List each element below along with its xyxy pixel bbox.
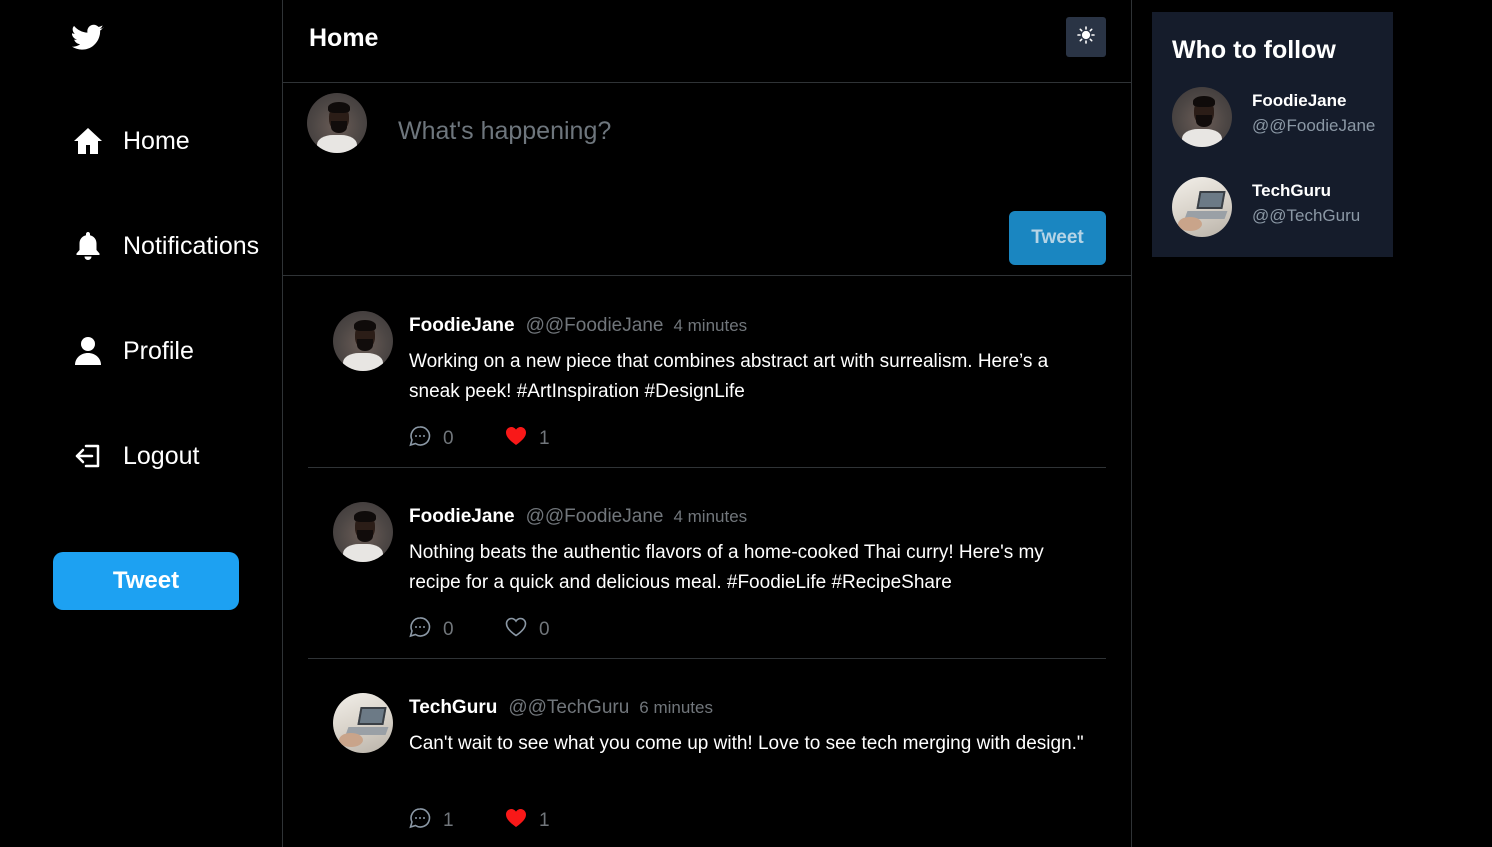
tweet-timestamp: 4 minutes [673, 316, 748, 335]
follow-user-name[interactable]: TechGuru [1252, 181, 1331, 201]
tweet-author-handle: @@FoodieJane [525, 506, 664, 527]
theme-toggle-button[interactable] [1066, 17, 1106, 57]
main-column: Home Tweet FoodieJane @@FoodieJane 4 min… [283, 0, 1132, 847]
comment-icon [409, 425, 431, 452]
who-to-follow-title: Who to follow [1172, 36, 1336, 64]
user-icon [72, 335, 104, 367]
sidebar-item-label: Home [123, 126, 190, 155]
reply-count: 0 [443, 618, 454, 640]
reply-button[interactable]: 1 [409, 807, 505, 834]
sun-icon [1077, 25, 1095, 49]
tweet-text: Working on a new piece that combines abs… [409, 351, 1049, 402]
reply-count: 1 [443, 809, 454, 831]
tweet-input[interactable] [398, 111, 1088, 151]
sidebar-tweet-button[interactable]: Tweet [53, 552, 239, 610]
follow-suggestion[interactable]: FoodieJane @@FoodieJane [1172, 87, 1382, 147]
tweet-timestamp: 6 minutes [639, 698, 713, 717]
follow-suggestion[interactable]: TechGuru @@TechGuru [1172, 177, 1382, 237]
who-to-follow-card: Who to follow FoodieJane @@FoodieJane Te… [1152, 12, 1393, 257]
tweet-text: Nothing beats the authentic flavors of a… [409, 542, 1044, 593]
follow-user-name[interactable]: FoodieJane [1252, 91, 1346, 111]
heart-filled-icon [505, 426, 527, 451]
sidebar-item-home[interactable]: Home [72, 121, 190, 161]
tweet-author-handle: @@TechGuru [508, 697, 630, 718]
follow-user-handle: @@FoodieJane [1252, 116, 1376, 135]
tweet-author-name[interactable]: FoodieJane [409, 315, 515, 337]
tweet-composer: Tweet [283, 83, 1131, 276]
reply-count: 0 [443, 427, 454, 449]
tweet-author-name[interactable]: FoodieJane [409, 506, 515, 528]
heart-outline-icon [505, 617, 527, 642]
like-count: 1 [539, 809, 550, 831]
tweet-author-name[interactable]: TechGuru [409, 697, 497, 719]
tweet-item[interactable]: FoodieJane @@FoodieJane 4 minutes Nothin… [308, 468, 1106, 659]
main-header: Home [283, 0, 1131, 83]
tweet-feed: FoodieJane @@FoodieJane 4 minutes Workin… [308, 277, 1106, 847]
page-title: Home [309, 24, 379, 52]
follow-user-handle: @@TechGuru [1252, 206, 1361, 225]
logout-icon [72, 440, 104, 472]
home-icon [72, 125, 104, 157]
sidebar-item-logout[interactable]: Logout [72, 436, 199, 476]
like-button[interactable]: 1 [505, 426, 550, 451]
tweet-text: Can't wait to see what you come up with!… [409, 733, 1084, 754]
like-count: 0 [539, 618, 550, 640]
tweet-item[interactable]: TechGuru @@TechGuru 6 minutes Can't wait… [308, 659, 1106, 847]
like-button[interactable]: 1 [505, 808, 550, 833]
twitter-bird-icon[interactable] [71, 24, 104, 52]
avatar[interactable] [333, 311, 393, 371]
sidebar-item-label: Profile [123, 336, 194, 365]
comment-icon [409, 616, 431, 643]
sidebar-item-label: Logout [123, 441, 200, 470]
tweet-item[interactable]: FoodieJane @@FoodieJane 4 minutes Workin… [308, 277, 1106, 468]
heart-filled-icon [505, 808, 527, 833]
avatar [307, 93, 367, 153]
avatar[interactable] [333, 502, 393, 562]
sidebar-item-label: Notifications [123, 231, 260, 260]
tweet-author-handle: @@FoodieJane [525, 315, 664, 336]
avatar[interactable] [1172, 177, 1232, 237]
bell-icon [72, 230, 104, 262]
left-sidebar: Home Notifications Profile Logout Tweet [0, 0, 283, 847]
reply-button[interactable]: 0 [409, 616, 505, 643]
sidebar-item-profile[interactable]: Profile [72, 331, 194, 371]
tweet-timestamp: 4 minutes [673, 507, 748, 526]
avatar[interactable] [333, 693, 393, 753]
like-count: 1 [539, 427, 550, 449]
like-button[interactable]: 0 [505, 617, 550, 642]
avatar[interactable] [1172, 87, 1232, 147]
composer-tweet-button[interactable]: Tweet [1009, 211, 1106, 265]
comment-icon [409, 807, 431, 834]
reply-button[interactable]: 0 [409, 425, 505, 452]
sidebar-item-notifications[interactable]: Notifications [72, 226, 259, 266]
